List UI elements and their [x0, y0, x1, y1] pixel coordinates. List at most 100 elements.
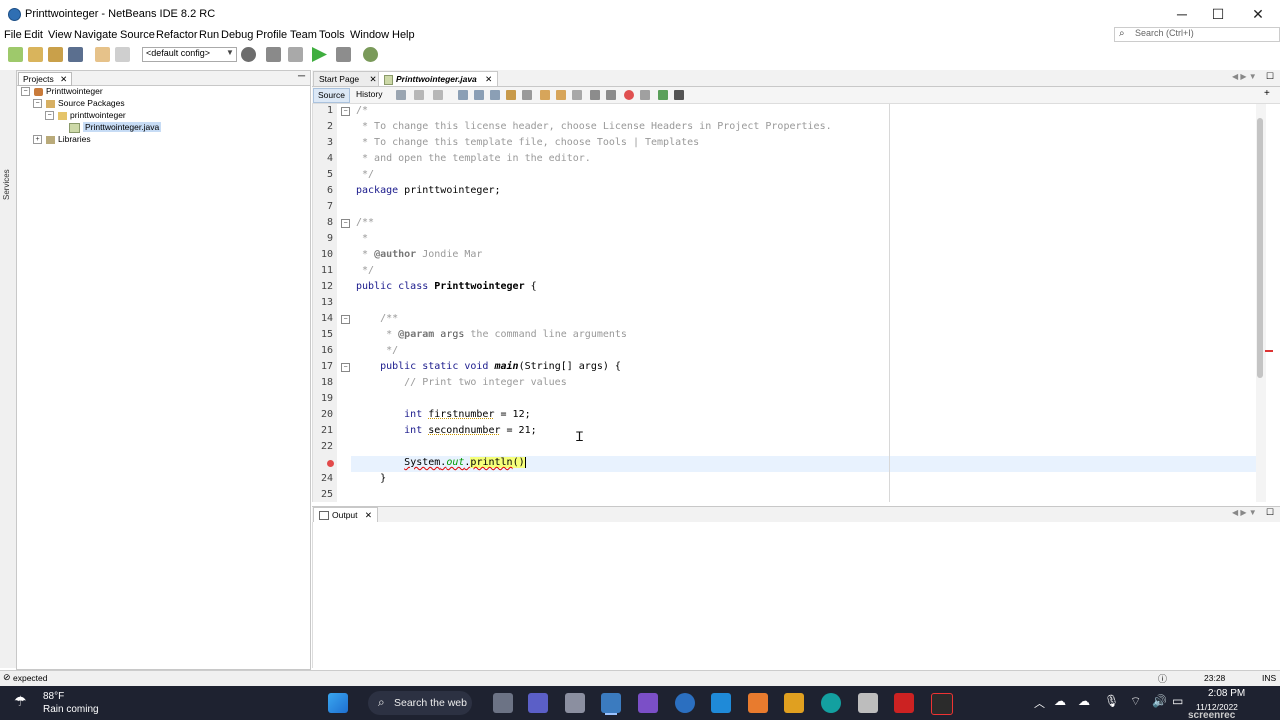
netbeans-taskbar-icon[interactable]: [601, 693, 621, 713]
editor-scrollbar-thumb[interactable]: [1257, 118, 1263, 378]
output-panel[interactable]: [312, 522, 1280, 668]
collapse-icon[interactable]: −: [33, 99, 42, 109]
tab-source[interactable]: Source: [313, 88, 350, 103]
tree-item-java-file[interactable]: Printtwointeger.java: [69, 122, 162, 133]
filezilla-icon[interactable]: [894, 693, 914, 713]
menu-debug[interactable]: Debug: [221, 29, 253, 41]
vscode-icon[interactable]: [711, 693, 731, 713]
fold-toggle-icon[interactable]: −: [341, 363, 350, 372]
close-button[interactable]: ✕: [1240, 4, 1276, 24]
menu-edit[interactable]: Edit: [24, 29, 43, 41]
tab-java-file[interactable]: Printtwointeger.java ✕: [378, 71, 499, 86]
last-edit-icon[interactable]: [396, 90, 406, 100]
task-view-icon[interactable]: [493, 693, 513, 713]
xampp-icon[interactable]: [748, 693, 768, 713]
new-file-icon[interactable]: [8, 47, 23, 62]
toggle-highlight-icon[interactable]: [506, 90, 516, 100]
close-icon[interactable]: ✕: [370, 74, 377, 84]
scroll-tabs-icon[interactable]: ◀ ▶ ▼: [1232, 72, 1257, 81]
minimize-button[interactable]: ─: [1164, 4, 1200, 24]
file-explorer-icon[interactable]: [565, 693, 585, 713]
tree-item-project[interactable]: − Printtwointeger: [21, 86, 103, 97]
tab-history[interactable]: History: [352, 88, 386, 101]
fold-toggle-icon[interactable]: −: [341, 315, 350, 324]
menu-help[interactable]: Help: [392, 29, 415, 41]
prev-bookmark-icon[interactable]: [540, 90, 550, 100]
notification-icon[interactable]: ⓘ: [1158, 672, 1167, 685]
calculator-icon[interactable]: [858, 693, 878, 713]
clean-build-icon[interactable]: [288, 47, 303, 62]
collapse-icon[interactable]: −: [21, 87, 30, 97]
menu-team[interactable]: Team: [290, 29, 317, 41]
battery-icon[interactable]: ▭: [1172, 694, 1183, 708]
scroll-tabs-icon[interactable]: ◀ ▶ ▼: [1232, 508, 1257, 517]
microphone-icon[interactable]: 🎙: [1104, 694, 1119, 708]
undo-icon[interactable]: [95, 47, 110, 62]
find-icon[interactable]: [458, 90, 468, 100]
close-icon[interactable]: ✕: [485, 74, 492, 84]
menu-view[interactable]: View: [48, 29, 72, 41]
fold-toggle-icon[interactable]: −: [341, 107, 350, 116]
volume-icon[interactable]: 🔊: [1152, 694, 1167, 708]
toggle-rect-select-icon[interactable]: [522, 90, 532, 100]
sublime-text-icon[interactable]: [784, 693, 804, 713]
shift-right-icon[interactable]: [606, 90, 616, 100]
debug-icon[interactable]: [336, 47, 351, 62]
start-macro-icon[interactable]: [624, 90, 634, 100]
menu-run[interactable]: Run: [199, 29, 219, 41]
stop-macro-icon[interactable]: [640, 90, 650, 100]
tree-item-libraries[interactable]: + Libraries: [33, 134, 91, 145]
next-bookmark-icon[interactable]: [556, 90, 566, 100]
redo-icon[interactable]: [115, 47, 130, 62]
minimize-panel-icon[interactable]: ─: [298, 71, 305, 82]
menu-refactor[interactable]: Refactor: [156, 29, 198, 41]
screen-recorder-icon[interactable]: [931, 693, 953, 715]
visual-studio-icon[interactable]: [638, 693, 658, 713]
target-platform-icon[interactable]: [241, 47, 256, 62]
arduino-icon[interactable]: [821, 693, 841, 713]
split-editor-icon[interactable]: +: [1264, 88, 1270, 99]
menu-navigate[interactable]: Navigate: [74, 29, 117, 41]
open-project-icon[interactable]: [48, 47, 63, 62]
error-stripe-marker[interactable]: [1265, 350, 1273, 352]
menu-tools[interactable]: Tools: [319, 29, 345, 41]
back-icon[interactable]: [414, 90, 424, 100]
maximize-editor-icon[interactable]: ☐: [1266, 71, 1274, 82]
find-previous-icon[interactable]: [474, 90, 484, 100]
chevron-up-icon[interactable]: ︿: [1034, 695, 1045, 711]
tab-output[interactable]: Output ✕: [313, 507, 379, 522]
close-icon[interactable]: ✕: [365, 510, 372, 520]
teams-chat-icon[interactable]: [528, 693, 548, 713]
profile-icon[interactable]: [363, 47, 378, 62]
word-app-icon[interactable]: [675, 693, 695, 713]
services-tab[interactable]: Services: [2, 156, 14, 200]
run-icon[interactable]: [312, 47, 327, 62]
find-next-icon[interactable]: [490, 90, 500, 100]
menu-window[interactable]: Window: [350, 29, 389, 41]
expand-icon[interactable]: +: [33, 135, 42, 145]
onedrive-icon[interactable]: ☁: [1078, 694, 1090, 708]
config-select[interactable]: <default config> ▼: [142, 47, 237, 62]
toggle-bookmark-icon[interactable]: [572, 90, 582, 100]
close-icon[interactable]: ✕: [60, 74, 67, 84]
forward-icon[interactable]: [433, 90, 443, 100]
tree-item-package[interactable]: − printtwointeger: [45, 110, 126, 121]
maximize-button[interactable]: ☐: [1200, 4, 1236, 24]
save-all-icon[interactable]: [68, 47, 83, 62]
new-project-icon[interactable]: [28, 47, 43, 62]
menu-source[interactable]: Source: [120, 29, 155, 41]
error-marker-icon[interactable]: [327, 460, 334, 467]
windows-start-icon[interactable]: [328, 693, 348, 713]
cloud-icon[interactable]: ☁: [1054, 694, 1066, 708]
menu-profile[interactable]: Profile: [256, 29, 287, 41]
tree-item-source-packages[interactable]: − Source Packages: [33, 98, 125, 109]
code-editor[interactable]: 1 2 3 4 5 6 7 8 9 10 11 12 13 14 15 16 1…: [312, 104, 1261, 502]
taskbar-search[interactable]: ⌕ Search the web: [368, 691, 472, 715]
comment-icon[interactable]: [658, 90, 668, 100]
wifi-icon[interactable]: ⌔: [1130, 694, 1141, 709]
tab-start-page[interactable]: Start Page ✕: [313, 71, 383, 86]
maximize-output-icon[interactable]: ☐: [1266, 507, 1274, 518]
fold-toggle-icon[interactable]: −: [341, 219, 350, 228]
build-hammer-icon[interactable]: [266, 47, 281, 62]
tab-projects[interactable]: Projects ✕: [18, 72, 73, 86]
